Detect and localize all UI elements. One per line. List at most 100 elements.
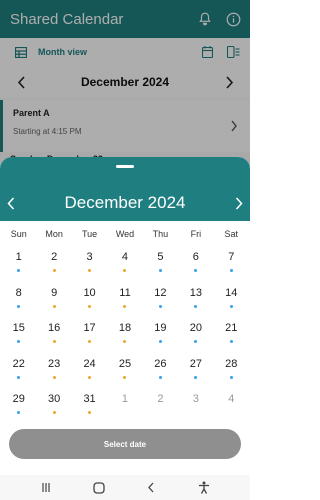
day-number: 2 [51, 251, 58, 263]
weekday-label: Fri [190, 229, 202, 239]
weekday-label: Thu [152, 229, 169, 239]
event-indicator-dot [52, 411, 56, 414]
calendar-day[interactable]: 21 [214, 318, 249, 354]
event-indicator-dot [194, 375, 198, 379]
weekday-label: Sun [10, 229, 27, 239]
calendar-day[interactable]: 16 [36, 318, 71, 354]
select-date-button[interactable]: Select date [9, 429, 241, 459]
event-indicator-dot [158, 375, 162, 379]
event-indicator-dot [88, 269, 92, 272]
calendar-day[interactable]: 8 [1, 283, 36, 319]
calendar-day[interactable]: 15 [1, 318, 36, 354]
day-number: 12 [154, 286, 167, 299]
day-number: 2 [157, 393, 164, 405]
calendar-day[interactable]: 17 [72, 318, 107, 354]
event-indicator-dot [123, 269, 127, 272]
day-number: 17 [83, 322, 96, 334]
day-number: 22 [12, 357, 25, 370]
calendar-day[interactable]: 20 [178, 318, 213, 354]
event-indicator-dot [229, 269, 233, 272]
calendar-grid: 1 2 3 4 5 6 7 8 9 10 11 12 13 14 15 16 17 18 19 20 21 22 23 24 2… [0, 247, 250, 425]
event-indicator-dot [88, 375, 92, 379]
event-indicator-dot [194, 304, 198, 308]
event-indicator-dot [17, 340, 21, 343]
calendar-day[interactable]: 24 [72, 354, 107, 390]
day-number: 9 [51, 286, 58, 299]
calendar-day[interactable]: 29 [1, 389, 36, 425]
home-icon[interactable] [92, 481, 106, 495]
calendar-day[interactable]: 14 [214, 283, 249, 319]
calendar-day[interactable]: 18 [107, 318, 142, 354]
accessibility-icon[interactable] [197, 481, 211, 495]
event-indicator-dot [123, 375, 127, 379]
day-number: 29 [12, 393, 25, 405]
event-indicator-dot [194, 340, 198, 343]
calendar-day[interactable]: 28 [214, 354, 249, 390]
day-number: 31 [83, 393, 96, 405]
weekday-row: Sun Mon Tue Wed Thu Fri Sat [0, 221, 250, 247]
day-number: 10 [83, 286, 96, 299]
event-indicator-dot [123, 304, 127, 308]
weekday-label: Sat [224, 229, 239, 239]
calendar-day-outside-month[interactable]: 2 [143, 389, 178, 425]
day-number: 19 [154, 322, 167, 334]
drag-handle[interactable] [116, 165, 134, 168]
day-number: 11 [119, 286, 131, 299]
calendar-day-outside-month[interactable]: 1 [107, 389, 142, 425]
calendar-day-outside-month[interactable]: 4 [214, 389, 249, 425]
select-date-label: Select date [103, 439, 147, 449]
calendar-day[interactable]: 11 [107, 283, 142, 319]
day-number: 1 [121, 393, 129, 405]
day-number: 20 [189, 322, 202, 334]
calendar-day[interactable]: 6 [178, 247, 213, 283]
calendar-day[interactable]: 7 [214, 247, 249, 283]
event-indicator-dot [158, 269, 162, 272]
calendar-day[interactable]: 26 [143, 354, 178, 390]
calendar-day[interactable]: 4 [107, 247, 142, 283]
day-number: 24 [83, 357, 96, 370]
day-number: 14 [225, 286, 238, 299]
calendar-day[interactable]: 12 [143, 283, 178, 319]
calendar-day[interactable]: 13 [178, 283, 213, 319]
back-icon[interactable] [144, 481, 158, 495]
calendar-day[interactable]: 3 [72, 247, 107, 283]
event-indicator-dot [158, 304, 162, 308]
day-number: 6 [192, 251, 199, 263]
event-indicator-dot [17, 269, 21, 272]
recent-apps-icon[interactable] [39, 481, 53, 495]
event-indicator-dot [17, 375, 21, 379]
calendar-day-outside-month[interactable]: 3 [178, 389, 213, 425]
calendar-day[interactable]: 30 [36, 389, 71, 425]
calendar-day[interactable]: 25 [107, 354, 142, 390]
day-number: 26 [154, 357, 167, 370]
day-number: 15 [12, 322, 25, 334]
next-month-icon[interactable] [233, 195, 245, 211]
calendar-day[interactable]: 1 [1, 247, 36, 283]
event-indicator-dot [88, 304, 92, 308]
calendar-day[interactable]: 23 [36, 354, 71, 390]
day-number: 23 [48, 357, 61, 370]
event-indicator-dot [88, 411, 92, 414]
event-indicator-dot [159, 411, 162, 414]
day-number: 3 [86, 251, 93, 263]
event-indicator-dot [230, 411, 233, 414]
calendar-day[interactable]: 27 [178, 354, 213, 390]
calendar-day[interactable]: 2 [36, 247, 71, 283]
calendar-day[interactable]: 5 [143, 247, 178, 283]
calendar-day[interactable]: 31 [72, 389, 107, 425]
calendar-day[interactable]: 10 [72, 283, 107, 319]
calendar-day[interactable]: 9 [36, 283, 71, 319]
event-indicator-dot [229, 375, 233, 379]
calendar-day[interactable]: 19 [143, 318, 178, 354]
day-number: 8 [15, 286, 22, 299]
day-number: 7 [228, 251, 235, 263]
day-number: 1 [15, 251, 22, 263]
day-number: 4 [228, 393, 235, 405]
day-number: 18 [118, 322, 132, 334]
event-indicator-dot [52, 340, 56, 343]
date-picker-sheet: December 2024 Sun Mon Tue Wed Thu Fri Sa… [0, 157, 250, 500]
calendar-day[interactable]: 22 [1, 354, 36, 390]
day-number: 16 [48, 322, 61, 334]
day-number: 21 [225, 322, 238, 334]
sheet-header: December 2024 [0, 157, 250, 221]
